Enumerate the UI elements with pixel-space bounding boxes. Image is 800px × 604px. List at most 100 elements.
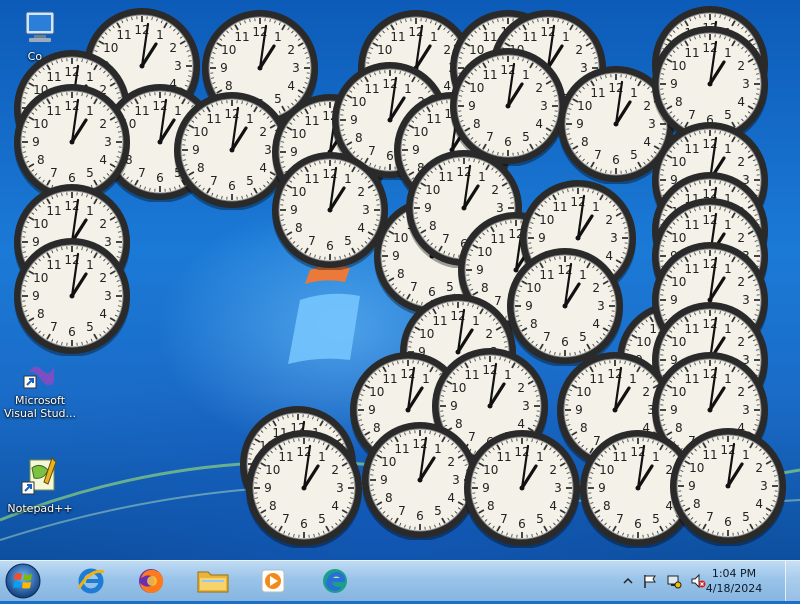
taskbar-app-edge[interactable] [310, 563, 360, 599]
clock-gadget[interactable]: 121234567891011 [244, 428, 364, 548]
taskbar-app-internet-explorer[interactable] [66, 563, 116, 599]
clock-numeral: 5 [86, 320, 94, 334]
clock-numeral: 4 [99, 153, 107, 167]
clock-numeral: 8 [197, 161, 205, 175]
clock-numeral: 7 [500, 512, 508, 526]
clock-numeral: 3 [452, 473, 460, 487]
clock-numeral: 7 [486, 130, 494, 144]
clock-numeral: 2 [99, 271, 107, 285]
clock-gadget[interactable]: 121234567891011 [668, 426, 788, 546]
taskbar-app-file-explorer[interactable] [188, 563, 238, 599]
clock-numeral: 8 [269, 499, 277, 513]
clock-numeral: 10 [477, 245, 492, 259]
clock-numeral: 11 [234, 30, 249, 44]
clock-numeral: 1 [422, 372, 430, 386]
network-icon[interactable] [666, 573, 682, 589]
clock-numeral: 5 [246, 174, 254, 188]
clock-numeral: 11 [684, 322, 699, 336]
clock-numeral: 8 [530, 317, 538, 331]
clock-numeral: 10 [413, 125, 428, 139]
clock-numeral: 3 [540, 99, 548, 113]
clock-gadget[interactable]: 121234567891011 [12, 236, 132, 356]
clock-numeral: 3 [336, 481, 344, 495]
clock-numeral: 1 [504, 368, 512, 382]
clock-numeral: 10 [291, 185, 306, 199]
clock-numeral: 1 [522, 68, 530, 82]
clock-gadget[interactable]: 121234567891011 [462, 428, 582, 548]
taskbar-clock-time[interactable]: 1:04 PM [694, 567, 774, 580]
clock-numeral: 10 [291, 127, 306, 141]
clock-numeral: 11 [702, 448, 717, 462]
clock-numeral: 9 [688, 479, 696, 493]
clock-numeral: 10 [425, 183, 440, 197]
desktop[interactable]: Co... Microsoft Visual Stud... Notepad++… [0, 0, 800, 560]
clock-numeral: 1 [630, 86, 638, 100]
clock-numeral: 10 [381, 455, 396, 469]
clock-numeral: 3 [760, 479, 768, 493]
show-hidden-icons-chevron-icon[interactable] [620, 573, 636, 589]
clock-numeral: 1 [724, 322, 732, 336]
clock-numeral: 1 [434, 442, 442, 456]
clock-numeral: 1 [472, 314, 480, 328]
clock-numeral: 5 [536, 512, 544, 526]
taskbar-clock-date[interactable]: 4/18/2024 [694, 582, 774, 595]
clock-numeral: 8 [37, 307, 45, 321]
clock-numeral: 4 [259, 161, 267, 175]
internet-explorer-icon [76, 566, 106, 596]
clock-numeral: 2 [287, 43, 295, 57]
clock-numeral: 2 [737, 155, 745, 169]
clock-numeral: 11 [304, 172, 319, 186]
clock-numeral: 6 [634, 517, 642, 531]
clock-numeral: 6 [228, 179, 236, 193]
clock-numeral: 4 [447, 491, 455, 505]
clock-numeral: 3 [104, 135, 112, 149]
clock-numeral: 2 [549, 463, 557, 477]
clock-numeral: 2 [642, 385, 650, 399]
clock-numeral: 4 [535, 117, 543, 131]
clock-numeral: 9 [450, 399, 458, 413]
taskbar-app-firefox[interactable] [126, 563, 176, 599]
show-desktop-button[interactable] [785, 561, 800, 601]
clock-numeral: 2 [737, 385, 745, 399]
media-player-icon [258, 566, 288, 596]
clock-numeral: 9 [350, 113, 358, 127]
start-button[interactable] [4, 562, 44, 600]
clock-numeral: 5 [742, 510, 750, 524]
clock-numeral: 11 [116, 28, 131, 42]
clock-numeral: 9 [670, 77, 678, 91]
taskbar-app-media-player[interactable] [248, 563, 298, 599]
clock-numeral: 11 [134, 104, 149, 118]
clock-numeral: 10 [671, 59, 686, 73]
clock-numeral: 1 [579, 268, 587, 282]
clock-numeral: 11 [482, 68, 497, 82]
clock-numeral: 10 [671, 155, 686, 169]
clock-numeral: 8 [429, 219, 437, 233]
clock-numeral: 10 [526, 281, 541, 295]
clock-numeral: 7 [210, 174, 218, 188]
action-center-flag-icon[interactable] [642, 573, 658, 589]
clock-numeral: 8 [581, 135, 589, 149]
clock-numeral: 10 [193, 125, 208, 139]
clock-numeral: 6 [724, 515, 732, 529]
clock-numeral: 11 [490, 232, 505, 246]
clock-numeral: 11 [684, 218, 699, 232]
clock-numeral: 7 [50, 166, 58, 180]
clock-numeral: 11 [278, 450, 293, 464]
clock-numeral: 9 [32, 289, 40, 303]
clock-numeral: 5 [652, 512, 660, 526]
clock-numeral: 3 [522, 399, 530, 413]
clock-numeral: 11 [46, 258, 61, 272]
clock-numeral: 5 [579, 330, 587, 344]
clock-numeral: 9 [482, 481, 490, 495]
clock-numeral: 3 [597, 299, 605, 313]
clock-numeral: 7 [594, 148, 602, 162]
clock-numeral: 11 [496, 450, 511, 464]
clock-numeral: 10 [33, 217, 48, 231]
clock-numeral: 6 [156, 171, 164, 185]
clock-numeral: 10 [576, 385, 591, 399]
clock-numeral: 8 [693, 497, 701, 511]
clock-numeral: 6 [504, 135, 512, 149]
clock-numeral: 10 [369, 385, 384, 399]
analog-clock-icon: 121234567891011 [12, 236, 132, 356]
clock-numeral: 6 [416, 509, 424, 523]
